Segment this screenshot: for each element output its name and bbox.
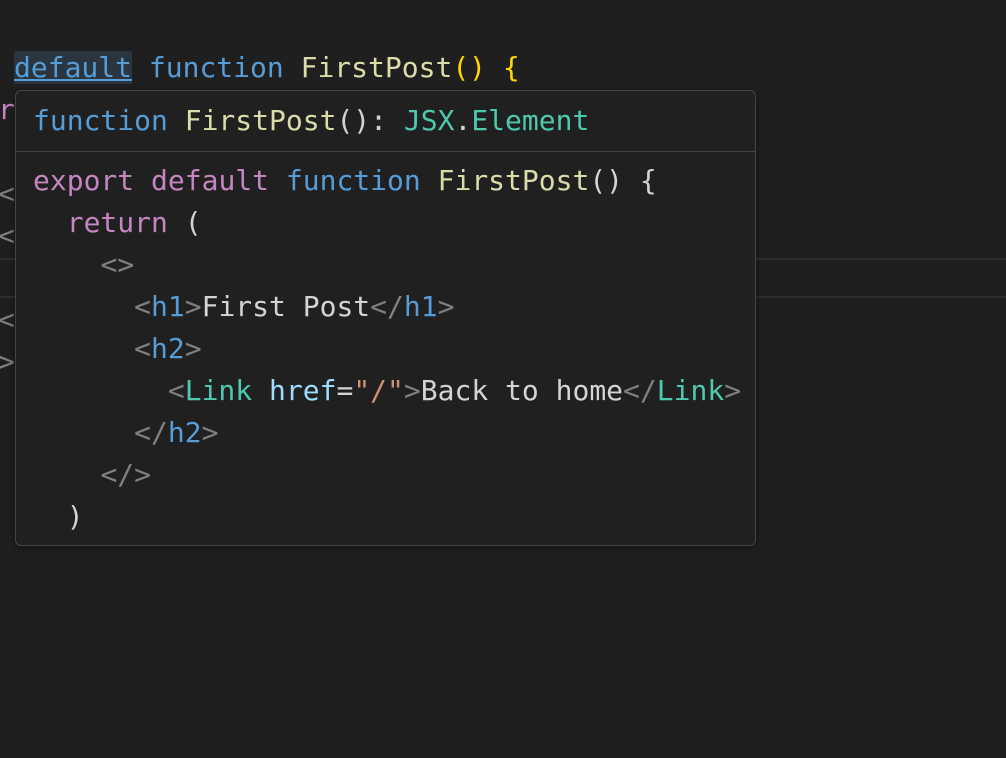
closing-tag-close: > <box>437 290 455 323</box>
open-paren: ( <box>184 206 202 239</box>
code-fragment-r: r <box>0 93 15 126</box>
href-value: "/" <box>353 374 404 407</box>
sig-type-namespace: JSX <box>403 104 455 137</box>
code-fragment-lt-1: < <box>0 177 15 210</box>
tag-close-bracket: > <box>184 290 202 323</box>
close-paren: ) <box>66 500 84 533</box>
hover-signature: function FirstPost(): JSX.Element <box>33 101 589 141</box>
fragment-close: </> <box>100 458 152 491</box>
closing-tag-close: > <box>201 416 219 449</box>
fragment-open: <> <box>100 248 135 281</box>
link-close-tag: Link <box>656 374 725 407</box>
h2-close-tag: h2 <box>167 416 202 449</box>
function-name[interactable]: FirstPost <box>301 51 453 84</box>
hover-code-line-5: <h2> <box>33 329 202 369</box>
hover-code-line-8: </> <box>33 455 151 495</box>
h1-text: First Post <box>201 290 371 323</box>
hover-code-line-3: <> <box>33 245 134 285</box>
code-fragment-lt-2: < <box>0 219 15 252</box>
function-keyword: function <box>148 51 284 84</box>
tag-open-bracket: < <box>167 374 185 407</box>
params-parens: () <box>452 51 487 84</box>
closing-tag-close: > <box>724 374 742 407</box>
href-attribute: href <box>269 374 337 407</box>
h1-close-tag: h1 <box>403 290 438 323</box>
hover-code-line-1: export default function FirstPost() { <box>33 161 657 201</box>
hover-code-line-9: ) <box>33 497 84 537</box>
open-brace: { <box>502 51 520 84</box>
closing-tag-open: </ <box>370 290 404 323</box>
hover-code-line-7: </h2> <box>33 413 218 453</box>
equals-sign: = <box>336 374 354 407</box>
sig-dot: . <box>454 104 472 137</box>
export-keyword: export <box>33 164 135 197</box>
hover-code-line-6: <Link href="/">Back to home</Link> <box>33 371 741 411</box>
code-fragment-gt: > <box>0 345 15 378</box>
function-keyword: function <box>285 164 421 197</box>
hover-code-line-2: return ( <box>33 203 202 243</box>
link-text: Back to home <box>420 374 624 407</box>
sig-function-keyword: function <box>33 104 168 137</box>
default-keyword: default <box>151 164 270 197</box>
code-fragment-lt-3: < <box>0 303 15 336</box>
hover-tooltip: function FirstPost(): JSX.Element export… <box>15 90 756 546</box>
code-line-1[interactable]: default function FirstPost() { <box>14 48 520 88</box>
return-keyword: return <box>66 206 168 239</box>
hover-code-line-4: <h1>First Post</h1> <box>33 287 454 327</box>
default-keyword-link[interactable]: default <box>14 51 133 84</box>
sig-function-name: FirstPost <box>184 104 337 137</box>
hover-divider <box>16 151 755 152</box>
tag-open-bracket: < <box>134 290 152 323</box>
closing-tag-open: </ <box>623 374 657 407</box>
h2-tag: h2 <box>151 332 185 365</box>
sig-parens: (): <box>336 104 404 137</box>
tag-close-bracket: > <box>184 332 202 365</box>
sig-type-name: Element <box>471 104 590 137</box>
signature-rest: () { <box>589 164 657 197</box>
h1-tag: h1 <box>151 290 185 323</box>
tag-close-bracket: > <box>403 374 421 407</box>
link-tag: Link <box>184 374 253 407</box>
function-name: FirstPost <box>437 164 590 197</box>
closing-tag-open: </ <box>134 416 168 449</box>
tag-open-bracket: < <box>134 332 152 365</box>
